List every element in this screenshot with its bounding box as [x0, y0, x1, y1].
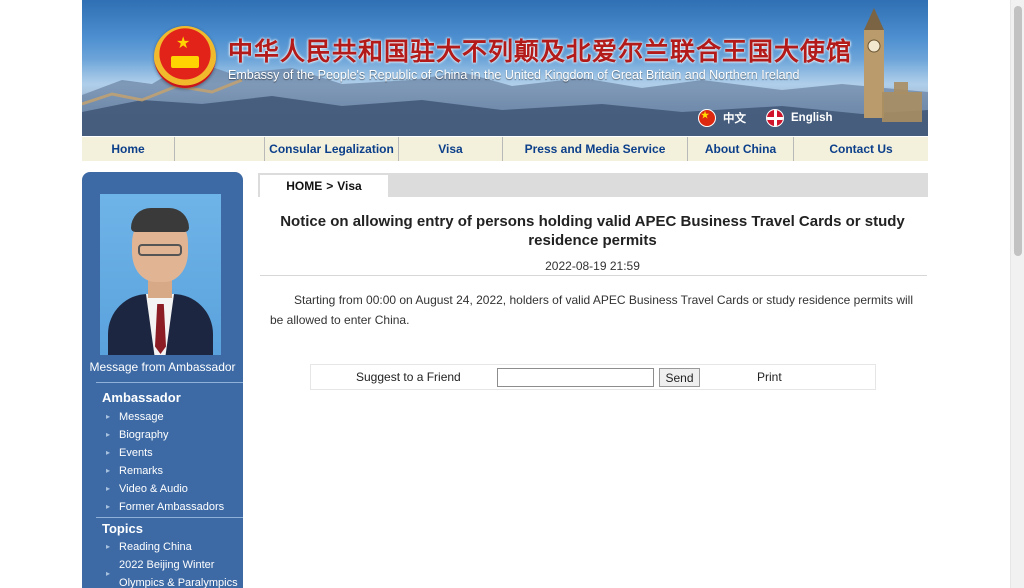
chevron-right-icon: ▸	[106, 448, 111, 457]
left-sidebar: Message from Ambassador Ambassador ▸ Mes…	[82, 172, 243, 588]
sidebar-item-reading-china[interactable]: ▸ Reading China	[106, 538, 192, 556]
nav-contact-us[interactable]: Contact Us	[794, 137, 928, 161]
scrollbar-thumb[interactable]	[1014, 6, 1022, 256]
chevron-right-icon: ▸	[106, 502, 111, 511]
chevron-right-icon: ▸	[106, 466, 111, 475]
chevron-right-icon: ▸	[106, 542, 111, 551]
sidebar-item-label: Former Ambassadors	[119, 501, 225, 513]
language-chinese-label: 中文	[723, 113, 746, 125]
embassy-title-chinese: 中华人民共和国驻大不列颠及北爱尔兰联合王国大使馆	[228, 37, 853, 66]
national-emblem-icon: ★	[154, 26, 216, 88]
site-banner: ★ 中华人民共和国驻大不列颠及北爱尔兰联合王国大使馆 Embassy of th…	[82, 0, 928, 136]
sidebar-item-label: Events	[119, 447, 153, 459]
sidebar-item-label: Message	[119, 411, 164, 423]
sidebar-heading-ambassador: Ambassador	[102, 390, 181, 405]
article-title: Notice on allowing entry of persons hold…	[280, 213, 905, 249]
chevron-right-icon: ▸	[106, 412, 111, 421]
breadcrumb-home-link[interactable]: HOME	[286, 179, 322, 193]
page-scrollbar[interactable]	[1010, 0, 1024, 588]
nav-home[interactable]: Home	[82, 137, 175, 161]
send-button[interactable]: Send	[659, 368, 700, 387]
china-flag-icon	[698, 109, 716, 127]
sidebar-item-label: 2022 Beijing Winter	[119, 559, 215, 571]
sidebar-item-label: Video & Audio	[119, 483, 188, 495]
breadcrumb: HOME > Visa	[260, 175, 388, 197]
article-date: 2022-08-19 21:59	[545, 259, 640, 273]
uk-flag-icon	[766, 109, 784, 127]
ambassador-portrait[interactable]	[100, 194, 221, 355]
language-english-link[interactable]: English	[766, 109, 833, 127]
sidebar-item-label: Biography	[119, 429, 169, 441]
sidebar-divider	[96, 382, 243, 383]
main-nav: Home Consular Legalization Visa Press an…	[82, 137, 928, 161]
sidebar-item-label: Remarks	[119, 465, 164, 477]
nav-blank[interactable]	[175, 137, 265, 161]
nav-about-china[interactable]: About China	[688, 137, 794, 161]
sidebar-item-biography[interactable]: ▸ Biography	[106, 426, 169, 444]
print-link[interactable]: Print	[757, 370, 782, 384]
suggest-to-friend-label: Suggest to a Friend	[356, 370, 461, 384]
nav-consular-legalization[interactable]: Consular Legalization	[265, 137, 399, 161]
sidebar-heading-topics: Topics	[102, 521, 143, 536]
sidebar-item-message[interactable]: ▸ Message	[106, 408, 164, 426]
embassy-title-english: Embassy of the People's Republic of Chin…	[228, 68, 800, 82]
chevron-right-icon: ▸	[106, 484, 111, 493]
chevron-right-icon: ▸	[106, 430, 111, 439]
sidebar-item-video-audio[interactable]: ▸ Video & Audio	[106, 480, 188, 498]
nav-visa[interactable]: Visa	[399, 137, 503, 161]
friend-email-input[interactable]	[497, 368, 654, 387]
article-body: Starting from 00:00 on August 24, 2022, …	[270, 293, 913, 327]
breadcrumb-separator: >	[326, 179, 334, 193]
sidebar-item-beijing-winter-olympics[interactable]: ▸ 2022 Beijing Winter Olympics & Paralym…	[106, 556, 238, 588]
suggest-to-friend-box: Suggest to a Friend Send Print	[310, 364, 876, 390]
sidebar-item-remarks[interactable]: ▸ Remarks	[106, 462, 163, 480]
sidebar-item-former-ambassadors[interactable]: ▸ Former Ambassadors	[106, 498, 224, 516]
sidebar-divider	[96, 517, 243, 518]
breadcrumb-bar: HOME > Visa	[258, 173, 928, 197]
message-from-ambassador-link[interactable]: Message from Ambassador	[82, 360, 243, 374]
language-chinese-link[interactable]: 中文	[698, 109, 746, 127]
title-divider	[260, 275, 927, 276]
chevron-right-icon: ▸	[106, 569, 111, 578]
breadcrumb-visa-link[interactable]: Visa	[337, 179, 361, 193]
language-english-label: English	[791, 112, 833, 124]
sidebar-item-label-continued: Olympics & Paralympics	[119, 577, 238, 588]
sidebar-item-label: Reading China	[119, 541, 192, 553]
sidebar-item-events[interactable]: ▸ Events	[106, 444, 153, 462]
nav-press-media[interactable]: Press and Media Service	[503, 137, 688, 161]
